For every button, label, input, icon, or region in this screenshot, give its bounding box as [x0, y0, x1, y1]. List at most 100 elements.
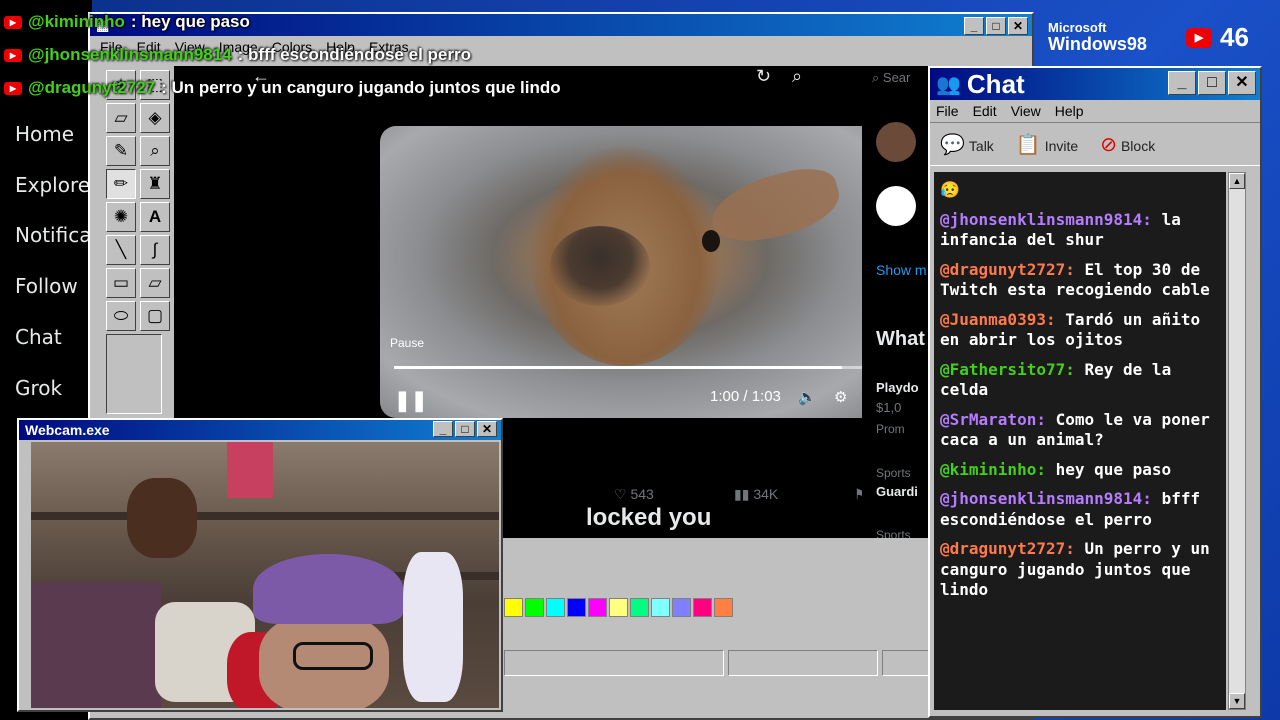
chat-messages: 😥 @jhonsenklinsmann9814: la infancia del… [934, 172, 1226, 710]
menu-view[interactable]: View [1011, 103, 1041, 119]
chat-window: 👥 Chat _ □ ✕ File Edit View Help 💬 Talk 📋… [928, 66, 1262, 718]
chat-username[interactable]: @jhonsenklinsmann9814: [940, 210, 1162, 229]
nav-follow[interactable]: Follow [15, 274, 78, 298]
nav-explore[interactable]: Explore [15, 173, 90, 197]
invite-label: Invite [1044, 137, 1079, 154]
rounded-rect-icon[interactable]: ▢ [140, 301, 170, 331]
nav-notifications[interactable]: Notifica [15, 223, 91, 247]
volume-icon[interactable]: 🔈 [798, 388, 817, 406]
close-button[interactable]: ✕ [477, 421, 497, 437]
block-icon: ⊘ [1100, 133, 1117, 156]
maximize-button[interactable]: □ [455, 421, 475, 437]
menu-help[interactable]: Help [1055, 103, 1084, 119]
blocked-notice: locked you [586, 504, 712, 531]
color-swatch[interactable] [546, 598, 565, 617]
line-icon[interactable]: ╲ [106, 235, 136, 265]
chat-username[interactable]: @SrMaraton: [940, 410, 1056, 429]
views-button[interactable]: ▮▮ 34K [734, 486, 778, 503]
color-swatch[interactable] [630, 598, 649, 617]
curve-icon[interactable]: ∫ [140, 235, 170, 265]
webcam-titlebar[interactable]: Webcam.exe _ □ ✕ [19, 420, 501, 440]
ellipse-icon[interactable]: ⬭ [106, 301, 136, 331]
chat-scrollbar[interactable]: ▲ ▼ [1228, 172, 1246, 710]
nav-chat[interactable]: Chat [15, 325, 62, 349]
invite-icon: 📋 [1015, 133, 1041, 156]
close-button[interactable]: ✕ [1228, 71, 1256, 95]
magnifier-icon[interactable]: ⌕ [140, 136, 170, 166]
scroll-up-icon[interactable]: ▲ [1229, 173, 1245, 189]
text-icon[interactable]: A [140, 202, 170, 232]
pencil-icon[interactable]: ✏ [106, 169, 136, 199]
avatar-logo[interactable] [876, 186, 916, 226]
webcam-title: Webcam.exe [25, 422, 110, 438]
fill-icon[interactable]: ◈ [140, 103, 170, 133]
rectangle-icon[interactable]: ▭ [106, 268, 136, 298]
search-icon[interactable]: ⌕ [792, 66, 802, 87]
scroll-down-icon[interactable]: ▼ [1229, 693, 1245, 709]
viewer-number: 46 [1220, 22, 1249, 52]
overlay-text: : Un perro y un canguro jugando juntos q… [161, 78, 561, 97]
refresh-icon[interactable]: ↻ [756, 66, 771, 87]
kangaroo-eye [702, 230, 720, 252]
menu-edit[interactable]: Edit [973, 103, 997, 119]
trend-item-1-sub: $1,0 [876, 400, 902, 415]
menu-file[interactable]: File [936, 103, 959, 119]
like-button[interactable]: ♡ 543 [614, 486, 654, 503]
close-button[interactable]: ✕ [1008, 17, 1028, 35]
joker-figure [403, 552, 463, 702]
minimize-button[interactable]: _ [964, 17, 984, 35]
chat-username[interactable]: @dragunyt2727: [940, 539, 1085, 558]
tweet-video[interactable]: Pause ❚❚ 1:00 / 1:03 🔈 ⚙ ⤢ [380, 126, 902, 418]
minimize-button[interactable]: _ [1168, 71, 1196, 95]
search-box[interactable]: ⌕ Sear [872, 70, 910, 86]
color-swatch[interactable] [672, 598, 691, 617]
color-swatch[interactable] [588, 598, 607, 617]
chat-message: @SrMaraton: Como le va poner caca a un a… [940, 410, 1220, 451]
tool-options[interactable] [106, 334, 162, 414]
x-right-panel: ⌕ Sear Show m What Playdo $1,0 Prom Spor… [862, 66, 932, 538]
talk-button[interactable]: 💬 Talk [940, 132, 994, 157]
overlay-user: @kimininho [28, 12, 125, 31]
chat-message: @Fathersito77: Rey de la celda [940, 360, 1220, 401]
avatar[interactable] [876, 122, 916, 162]
chat-username[interactable]: @Fathersito77: [940, 360, 1085, 379]
view-count: 34K [753, 486, 779, 502]
overlay-text: : hey que paso [130, 12, 250, 31]
picker-icon[interactable]: ✎ [106, 136, 136, 166]
nav-grok[interactable]: Grok [15, 376, 62, 400]
show-more-link[interactable]: Show m [876, 262, 927, 278]
nav-home[interactable]: Home [15, 122, 74, 146]
pause-icon[interactable]: ❚❚ [394, 388, 428, 413]
shelf [31, 512, 499, 520]
airbrush-icon[interactable]: ✺ [106, 202, 136, 232]
color-swatch[interactable] [693, 598, 712, 617]
eraser-icon[interactable]: ▱ [106, 103, 136, 133]
brush-icon[interactable]: ♜ [140, 169, 170, 199]
chat-username[interactable]: @Juanma0393: [940, 310, 1065, 329]
color-swatch[interactable] [504, 598, 523, 617]
minimize-button[interactable]: _ [433, 421, 453, 437]
chat-username[interactable]: @dragunyt2727: [940, 260, 1085, 279]
color-swatch[interactable] [609, 598, 628, 617]
kangaroo-nose [550, 226, 650, 306]
overlay-chat-line: ▶ @jhonsenklinsmann9814 : bfff escondién… [4, 45, 471, 65]
color-swatch[interactable] [567, 598, 586, 617]
invite-button[interactable]: 📋 Invite [1016, 132, 1078, 157]
video-progress[interactable] [394, 366, 866, 369]
chat-titlebar[interactable]: 👥 Chat _ □ ✕ [930, 68, 1260, 100]
color-swatch[interactable] [525, 598, 544, 617]
trend-item-2[interactable]: Guardi [876, 484, 918, 499]
settings-icon[interactable]: ⚙ [834, 388, 847, 406]
overlay-user: @dragunyt2727 [28, 78, 156, 97]
logo-line2: Windows98 [1048, 34, 1147, 54]
chat-username[interactable]: @kimininho: [940, 460, 1056, 479]
pause-tooltip: Pause [390, 336, 425, 350]
maximize-button[interactable]: □ [1198, 71, 1226, 95]
chat-username[interactable]: @jhonsenklinsmann9814: [940, 489, 1162, 508]
maximize-button[interactable]: □ [986, 17, 1006, 35]
block-button[interactable]: ⊘ Block [1100, 132, 1155, 157]
color-swatch[interactable] [714, 598, 733, 617]
trend-item-1[interactable]: Playdo [876, 380, 919, 395]
color-swatch[interactable] [651, 598, 670, 617]
polygon-icon[interactable]: ▱ [140, 268, 170, 298]
